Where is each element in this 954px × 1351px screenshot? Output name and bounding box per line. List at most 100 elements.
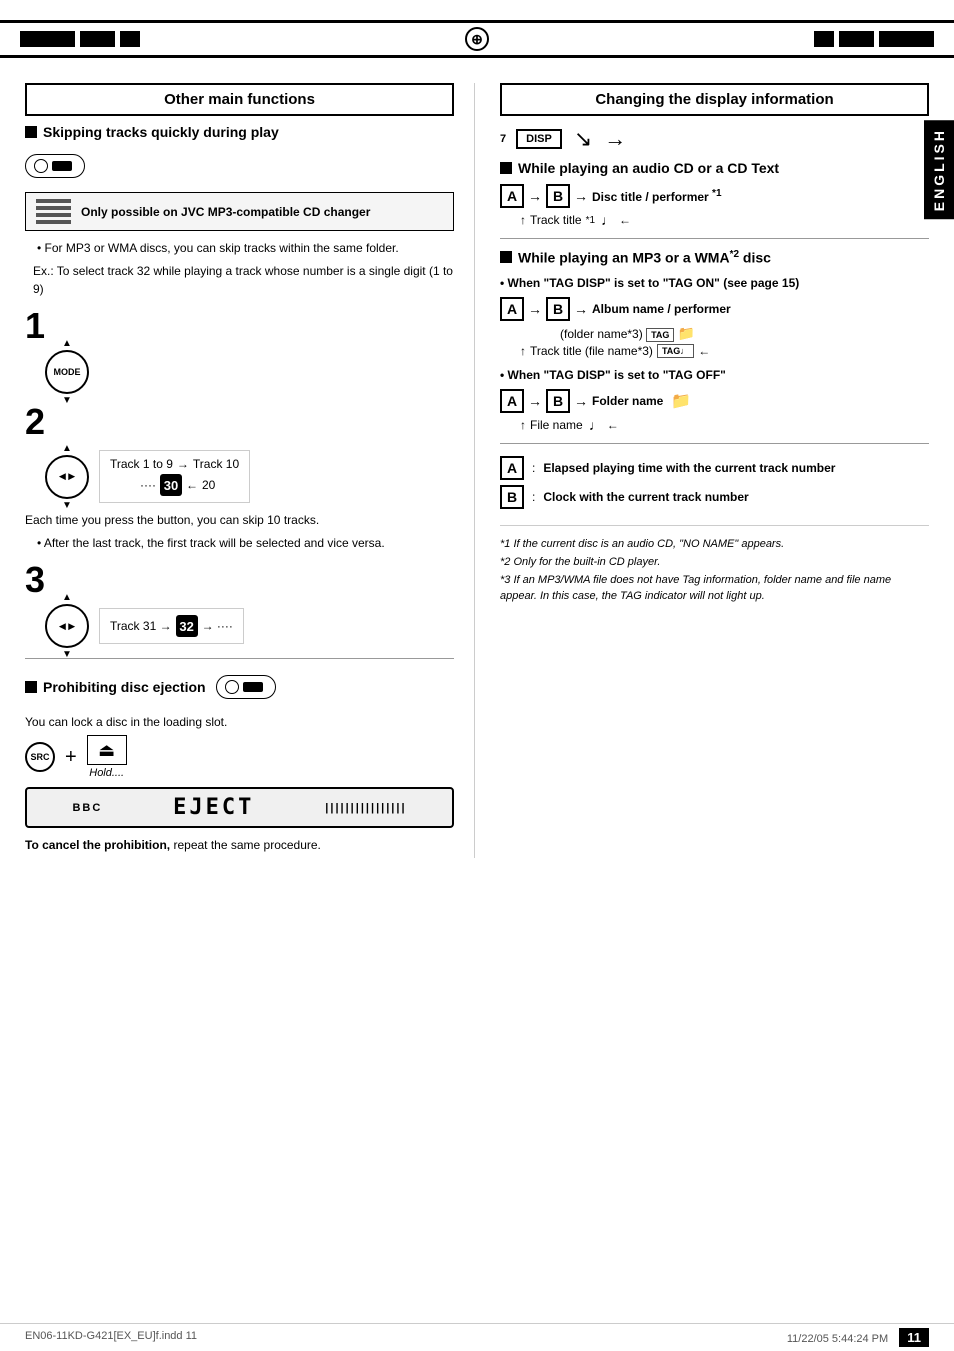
- chain-arrow-3: →: [528, 301, 542, 317]
- track-progress-diagram: Track 1 to 9 → Track 10 ···· 30 ← 20: [99, 450, 250, 503]
- black-square-3-icon: [500, 162, 512, 174]
- track-row-31: Track 31 → 32 → ····: [110, 615, 233, 637]
- src-label: SRC: [30, 752, 49, 762]
- chain-arrow-1: →: [528, 188, 542, 204]
- footnotes-area: *1 If the current disc is an audio CD, "…: [500, 525, 929, 605]
- step-3-number: 3: [25, 562, 454, 598]
- file-name-label: File name: [530, 418, 583, 432]
- letter-b-box-1: B: [546, 184, 570, 208]
- hold-label: Hold....: [89, 767, 124, 779]
- page-number: 11: [899, 1328, 929, 1347]
- src-knob-icon: SRC: [25, 742, 55, 772]
- step2-desc1: Each time you press the button, you can …: [25, 511, 454, 529]
- tag-on-heading: When "TAG DISP" is set to "TAG ON" (see …: [500, 274, 929, 292]
- toggle2-rect: [243, 682, 263, 692]
- music-note-icon: ♩: [601, 212, 615, 228]
- step3-track-diagram: Track 31 → 32 → ····: [99, 608, 244, 644]
- letter-a-box-2: A: [500, 297, 524, 321]
- step2-bullet: After the last track, the first track wi…: [37, 534, 454, 552]
- track-title-row: ↑ Track title *1 ♩ ←: [520, 212, 929, 228]
- step-2-diagram: ◀ ▶ Track 1 to 9 → Track 10 ···· 30 ← 20: [45, 446, 454, 507]
- prohibiting-header: Prohibiting disc ejection: [25, 669, 454, 705]
- black-square-2-icon: [25, 681, 37, 693]
- bottom-bar: EN06-11KD-G421[EX_EU]f.indd 11 11/22/05 …: [0, 1323, 954, 1351]
- num-20-label: 20: [202, 478, 215, 492]
- note-line-3: [36, 213, 71, 217]
- audio-cd-title: While playing an audio CD or a CD Text: [518, 160, 779, 176]
- skipping-tracks-title: Skipping tracks quickly during play: [43, 124, 279, 140]
- mode-knob-icon: MODE: [45, 350, 89, 394]
- note-line-4: [36, 220, 71, 224]
- step2-knob-icon: ◀ ▶: [45, 455, 89, 499]
- disp-area: 7 DISP ↘ →: [500, 126, 929, 152]
- letter-a-box-3: A: [500, 389, 524, 413]
- audio-cd-chain: A → B → Disc title / performer *1: [500, 184, 929, 208]
- disc-title-label: Disc title / performer *1: [592, 188, 722, 204]
- music-note-2-icon: ♩: [589, 417, 603, 433]
- toggle-switch-icon: [25, 154, 85, 178]
- back-arrow-icon: ←: [619, 213, 631, 227]
- footnote-3: *3 If an MP3/WMA file does not have Tag …: [500, 573, 929, 604]
- note-text: Only possible on JVC MP3-compatible CD c…: [81, 205, 370, 219]
- folder-name-row: (folder name*3) TAG 📁: [560, 325, 929, 342]
- chain-arrow-4: →: [574, 301, 588, 317]
- footnote-1: *1 If the current disc is an audio CD, "…: [500, 537, 929, 552]
- file-name-row: ↑ File name ♩ ←: [520, 417, 929, 433]
- step3-knob-icon: ◀ ▶: [45, 604, 89, 648]
- letter-b-box-2: B: [546, 297, 570, 321]
- plus-icon: +: [65, 746, 77, 769]
- prohibiting-title: Prohibiting disc ejection: [43, 679, 206, 695]
- tag-off-heading: When "TAG DISP" is set to "TAG OFF": [500, 366, 929, 384]
- step-1-diagram: MODE: [45, 350, 454, 394]
- src-diagram: SRC + ⏏ Hold....: [25, 735, 454, 779]
- main-content: Other main functions Skipping tracks qui…: [0, 73, 954, 868]
- black-square-4-icon: [500, 251, 512, 263]
- legend-row-a: A : Elapsed playing time with the curren…: [500, 456, 929, 480]
- disp-button[interactable]: DISP: [516, 129, 562, 149]
- letter-a-box-1: A: [500, 184, 524, 208]
- legend-row-b: B : Clock with the current track number: [500, 485, 929, 509]
- toggle-2-icon: [216, 675, 276, 699]
- tag-badge-1: TAG: [646, 328, 674, 342]
- disp-label: DISP: [526, 133, 552, 145]
- track-title-label-2: Track title (file name*3): [530, 344, 653, 358]
- mp3-wma-title: While playing an MP3 or a WMA*2 disc: [518, 249, 771, 266]
- eject-display-diagram: BBC EJECT ||||||||||||||||: [25, 787, 454, 828]
- note-line-1: [36, 199, 71, 203]
- right-section-title: Changing the display information: [500, 83, 929, 116]
- skipping-tracks-header: Skipping tracks quickly during play: [25, 124, 454, 140]
- track-title-row-2: ↑ Track title (file name*3) TAG♩ ←: [520, 344, 929, 358]
- folder-name-label: Folder name: [592, 394, 663, 408]
- other-main-functions-label: Other main functions: [164, 91, 315, 108]
- legend-b-box: B: [500, 485, 524, 509]
- cancel-bold: To cancel the prohibition,: [25, 838, 170, 852]
- toggle-rect: [52, 161, 72, 171]
- left-column: Other main functions Skipping tracks qui…: [25, 83, 474, 858]
- page-container: ⊕ Other main functions Skipping tracks q…: [0, 0, 954, 1351]
- track-title-label: Track title: [530, 213, 582, 227]
- step-3-diagram: ◀ ▶ Track 31 → 32 → ····: [45, 604, 454, 648]
- legend-area: A : Elapsed playing time with the curren…: [500, 456, 929, 509]
- num-badge-32: 32: [176, 615, 198, 637]
- toggle2-circle: [225, 680, 239, 694]
- step-1-number: 1: [25, 308, 454, 344]
- track-row-1: Track 1 to 9 → Track 10: [110, 457, 239, 471]
- step-2-number: 2: [25, 404, 454, 440]
- eject-button-icon: ⏏: [87, 735, 127, 765]
- disp-right-arrow: →: [604, 126, 626, 152]
- divider-2: [500, 238, 929, 239]
- album-name-label: Album name / performer: [592, 302, 731, 316]
- black-square-icon: [25, 126, 37, 138]
- top-bar: ⊕: [0, 20, 954, 58]
- changing-display-label: Changing the display information: [595, 91, 833, 108]
- right-column: Changing the display information 7 DISP …: [474, 83, 929, 858]
- note-box: Only possible on JVC MP3-compatible CD c…: [25, 192, 454, 231]
- note-line-2: [36, 206, 71, 210]
- arrow-left-1: ←: [186, 478, 198, 492]
- audio-cd-header: While playing an audio CD or a CD Text: [500, 160, 929, 176]
- track-row-1-label: Track 1 to 9: [110, 457, 173, 471]
- indent-arrow-up-2: ↑: [520, 344, 526, 358]
- cancel-instruction: To cancel the prohibition, repeat the sa…: [25, 836, 454, 854]
- deco-center: ⊕: [465, 27, 489, 51]
- footnote-2: *2 Only for the built-in CD player.: [500, 555, 929, 570]
